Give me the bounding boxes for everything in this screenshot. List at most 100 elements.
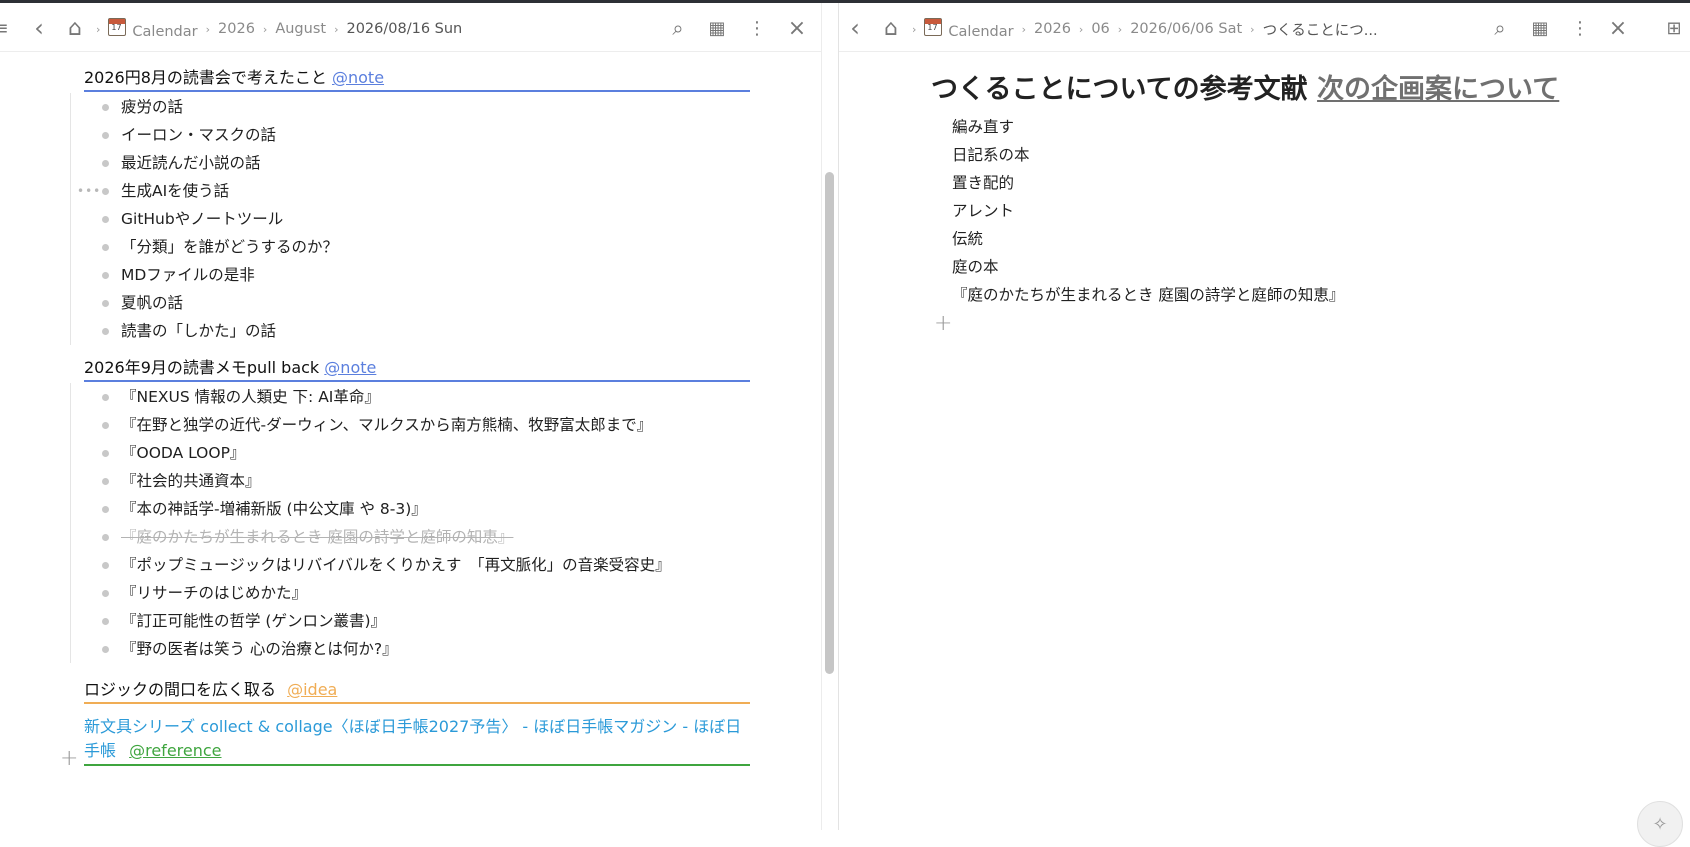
note-tag[interactable]: @note [332,68,384,87]
chevron-right-icon: › [1021,22,1027,36]
bullet-dot[interactable] [102,478,109,485]
back-arrow-icon[interactable]: ‹ [842,14,868,42]
list-item[interactable]: 最近読んだ小説の話 [71,149,338,177]
breadcrumb-item[interactable]: 2026/06/06 Sat [1130,21,1242,37]
list-item[interactable]: 『訂正可能性の哲学 (ゲンロン叢書)』 [71,607,671,635]
breadcrumb-item[interactable]: つくることにつ... [1263,19,1378,40]
home-icon[interactable]: ⌂ [62,15,88,41]
breadcrumb-item[interactable]: Calendar [924,18,1014,40]
home-icon[interactable]: ⌂ [878,15,904,41]
list-item-text: 「分類」を誰がどうするのか？ [121,238,339,256]
bullet-dot[interactable] [102,216,109,223]
bullet-dot[interactable] [102,160,109,167]
scrollbar[interactable] [825,172,834,674]
search-icon[interactable]: ⌕ [665,15,691,41]
list-item[interactable]: 『在野と独学の近代-ダーウィン、マルクスから南方熊楠、牧野富太郎まで』 [71,411,671,439]
bullet-list: 『NEXUS 情報の人類史 下: AI革命』 『在野と独学の近代-ダーウィン、マル… [70,383,671,663]
bullet-dot[interactable] [102,506,109,513]
note-tag[interactable]: @note [324,358,376,377]
bullet-dot[interactable] [102,244,109,251]
menu-icon[interactable]: ≡ [0,15,14,41]
idea-tag[interactable]: @idea [287,680,337,699]
calendar-icon[interactable]: ▦ [704,15,730,41]
list-item[interactable]: 『野の医者は笑う 心の治療とは何か?』 [71,635,671,663]
list-item[interactable]: 疲労の話 [71,93,338,121]
breadcrumb-item[interactable]: Calendar [108,18,198,40]
calendar-icon[interactable]: ▦ [1527,15,1553,41]
list-item-text: 疲労の話 [121,98,184,116]
list-item[interactable]: 夏帆の話 [71,289,338,317]
reference-link-block: 新文具シリーズ collect & collage〈ほぼ日手帳2027予告〉 -… [84,715,750,766]
search-icon[interactable]: ⌕ [1487,15,1513,41]
bullet-dot[interactable] [102,562,109,569]
bullet-dot[interactable] [102,272,109,279]
list-item-text: 『庭のかたちが生まれるとき 庭園の詩学と庭師の知恵』 [121,528,514,546]
list-item[interactable]: MDファイルの是非 [71,261,338,289]
bullet-dot[interactable] [102,590,109,597]
chevron-right-icon: › [1078,22,1084,36]
list-item-text: イーロン・マスクの話 [121,126,277,144]
section-title[interactable]: 2026円8月の読書会で考えたこと @note [84,67,750,92]
list-item[interactable]: 編み直す [952,113,1344,141]
bullet-dot[interactable] [102,328,109,335]
drag-handle-icon[interactable]: ••• [77,177,101,205]
list-item[interactable]: 『庭のかたちが生まれるとき 庭園の詩学と庭師の知恵』 [71,523,671,551]
breadcrumb-label: 2026/08/16 Sun [346,21,463,37]
bullet-list: 疲労の話イーロン・マスクの話最近読んだ小説の話 ••• 生成AIを使う話 GitHub… [70,93,338,345]
left-header: ≡ ‹ ⌂ › Calendar › 2026 › August › 2026/08/16 S… [0,3,821,52]
bullet-dot[interactable] [102,422,109,429]
plain-list: 編み直す 日記系の本 置き配的 アレント 伝統 庭の本 『庭のかたちが生まれるとき 庭園の詩… [952,113,1344,309]
list-item[interactable]: 『リサーチのはじめかた』 [71,579,671,607]
bullet-dot[interactable] [102,534,109,541]
bullet-dot[interactable] [102,132,109,139]
more-menu-icon[interactable]: ⋮ [744,15,770,41]
chevron-right-icon: › [334,22,339,36]
breadcrumb-item[interactable]: 2026 [218,21,255,37]
list-item[interactable]: 読書の「しかた」の話 [71,317,338,345]
chevron-right-icon: › [1250,22,1255,36]
breadcrumb: › Calendar › 2026 › 06 › 2026/06/06 Sat › つくることにつ… [912,18,1378,40]
add-block-button[interactable]: + [60,746,78,771]
bullet-dot[interactable] [102,450,109,457]
list-item[interactable]: イーロン・マスクの話 [71,121,338,149]
more-menu-icon[interactable]: ⋮ [1567,15,1593,41]
section-title[interactable]: ロジックの間口を広く取る @idea [84,679,750,704]
bullet-dot[interactable] [102,618,109,625]
list-item[interactable]: 置き配的 [952,169,1344,197]
breadcrumb-item[interactable]: August [275,21,326,37]
list-item[interactable]: 伝統 [952,225,1344,253]
list-item[interactable]: 日記系の本 [952,141,1344,169]
close-icon[interactable]: × [1605,15,1631,41]
bullet-dot[interactable] [102,646,109,653]
list-item[interactable]: GitHubやノートツール [71,205,338,233]
list-item[interactable]: 『本の神話学-増補新版 (中公文庫 や 8-3)』 [71,495,671,523]
breadcrumb-item[interactable]: 2026/08/16 Sun [346,21,462,37]
list-item-text: 『リサーチのはじめかた』 [121,584,308,602]
bullet-dot[interactable] [102,188,109,195]
linked-page-title[interactable]: 次の企画案について [1317,74,1559,105]
list-item[interactable]: 『庭のかたちが生まれるとき 庭園の詩学と庭師の知恵』 [952,281,1344,309]
list-item[interactable]: 「分類」を誰がどうするのか？ [71,233,338,261]
list-item-text: 『ポップミュージックはリバイバルをくりかえす 「再文脈化」の音楽受容史』 [121,556,671,574]
ai-assistant-button[interactable]: ✧ [1637,801,1683,847]
breadcrumb-item[interactable]: 06 [1091,21,1109,37]
section-title[interactable]: 2026年9月の読書メモpull back @note [84,357,750,382]
list-item[interactable]: 『OODA LOOP』 [71,439,671,467]
close-icon[interactable]: × [784,15,810,41]
list-item[interactable]: 『ポップミュージックはリバイバルをくりかえす 「再文脈化」の音楽受容史』 [71,551,671,579]
list-item[interactable]: 『社会的共通資本』 [71,467,671,495]
new-pane-icon[interactable]: ⊞ [1661,15,1687,41]
bullet-dot[interactable] [102,394,109,401]
breadcrumb-item[interactable]: 2026 [1034,21,1071,37]
list-item[interactable]: 『NEXUS 情報の人類史 下: AI革命』 [71,383,671,411]
reference-tag[interactable]: @reference [129,741,221,760]
list-item[interactable]: 庭の本 [952,253,1344,281]
list-item[interactable]: アレント [952,197,1344,225]
add-block-button[interactable]: + [934,311,952,336]
left-content: 2026円8月の読書会で考えたこと @note 疲労の話イーロン・マスクの話最近… [0,51,821,830]
page-title-text: つくることについての参考文献 [931,74,1308,105]
back-arrow-icon[interactable]: ‹ [26,14,52,42]
bullet-dot[interactable] [102,300,109,307]
bullet-dot[interactable] [102,104,109,111]
list-item[interactable]: ••• 生成AIを使う話 [71,177,338,205]
